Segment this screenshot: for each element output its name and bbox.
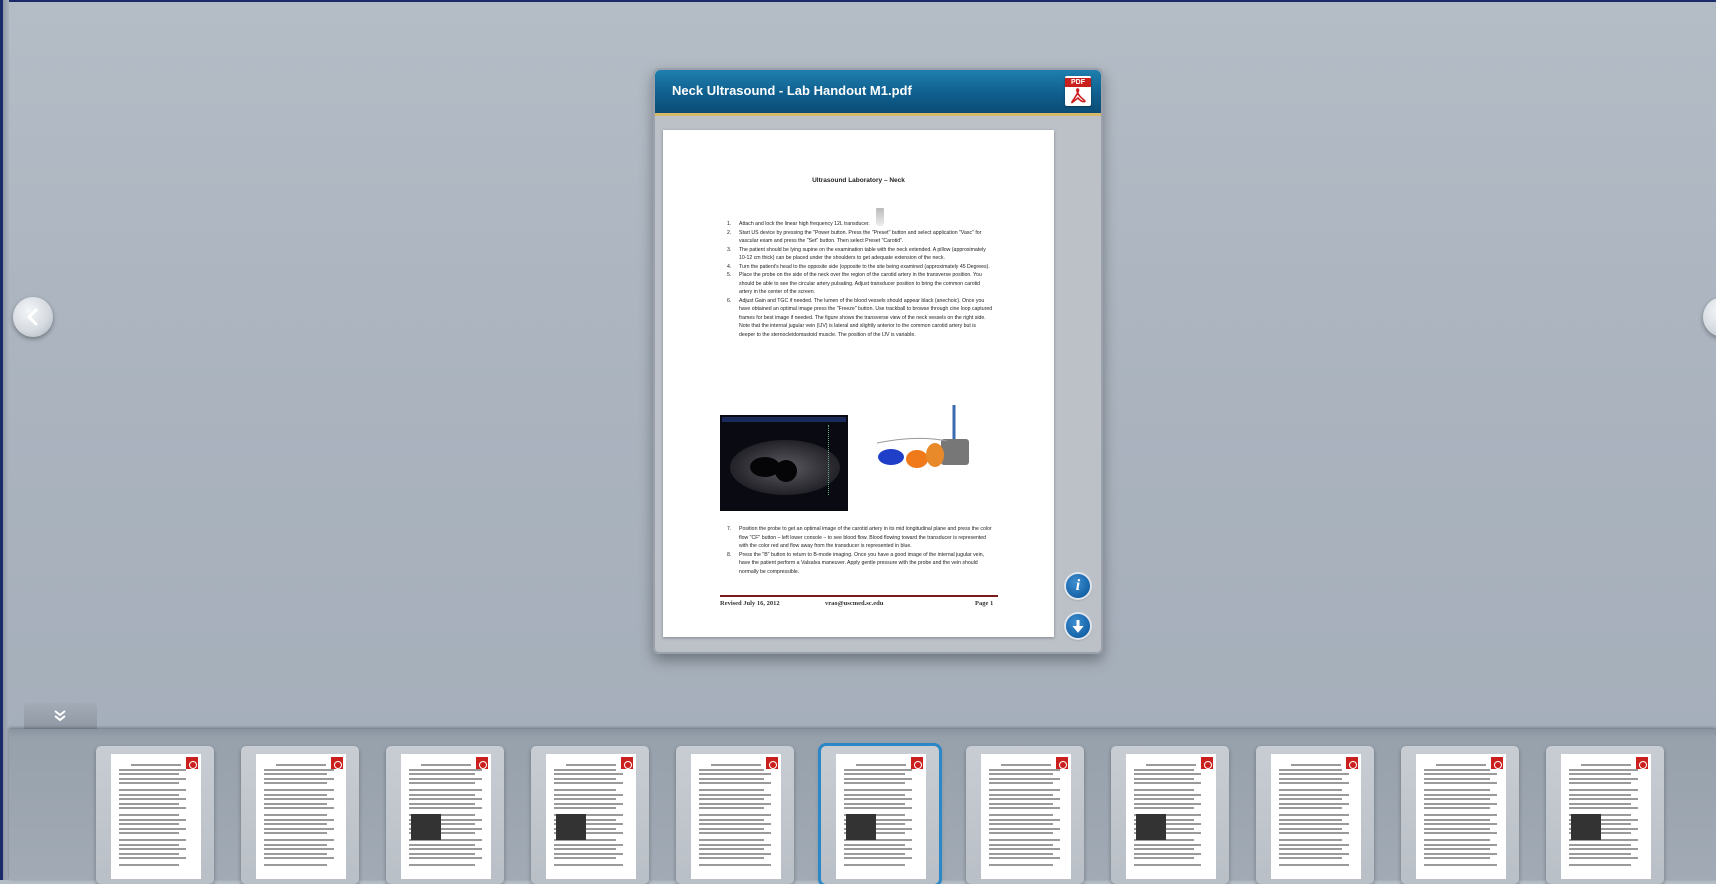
thumbnail-page <box>1126 754 1216 879</box>
thumbnail-page <box>1271 754 1361 879</box>
instruction-list-continued: 7. Position the probe to get an optimal i… <box>727 525 993 576</box>
chevron-left-icon <box>27 308 38 326</box>
ultrasound-image <box>720 415 848 511</box>
thumbnail-page <box>256 754 346 879</box>
pdf-icon <box>911 757 923 769</box>
pdf-icon <box>621 757 633 769</box>
step-number: 3. <box>727 246 732 253</box>
step-number: 6. <box>727 297 732 304</box>
step-text: Attach and lock the linear high frequenc… <box>739 221 870 227</box>
instruction-list: 1. Attach and lock the linear high freque… <box>727 220 993 339</box>
footer-page-number: Page 1 <box>975 600 994 607</box>
thumbnail-page <box>691 754 781 879</box>
document-thumbnail[interactable] <box>821 746 939 884</box>
thumbnail-page <box>1561 754 1651 879</box>
step-number: 8. <box>727 551 732 558</box>
pdf-badge-label: PDF <box>1065 78 1091 87</box>
thumbnail-page <box>401 754 491 879</box>
document-page[interactable]: Ultrasound Laboratory – Neck 1. Attach an… <box>663 130 1054 637</box>
download-button[interactable] <box>1066 614 1090 638</box>
window-left-border <box>0 0 9 880</box>
thumbnail-strip <box>9 729 1716 884</box>
step-number: 7. <box>727 526 732 532</box>
document-thumbnail[interactable] <box>96 746 214 884</box>
document-thumbnail[interactable] <box>1401 746 1519 884</box>
document-title: Neck Ultrasound - Lab Handout M1.pdf <box>672 83 912 98</box>
pdf-icon <box>476 757 488 769</box>
step-text: The patient should be lying supine on th… <box>739 246 986 262</box>
instruction-step: 4. Turn the patient's head to the opposit… <box>727 263 993 272</box>
acrobat-icon <box>1071 88 1086 104</box>
download-icon <box>1072 620 1084 633</box>
page-heading: Ultrasound Laboratory – Neck <box>812 177 905 184</box>
pdf-icon <box>331 757 343 769</box>
step-text: Position the probe to get an optimal ima… <box>739 526 992 549</box>
pdf-icon <box>1346 757 1358 769</box>
info-icon: i <box>1075 577 1081 594</box>
step-number: 4. <box>727 263 732 270</box>
instruction-step: 6. Adjust Gain and TGC if needed. The lum… <box>727 297 993 340</box>
footer-revised: Revised July 16, 2012 <box>720 600 780 607</box>
thumbnail-page <box>836 754 926 879</box>
instruction-step: 3. The patient should be lying supine on … <box>727 246 993 263</box>
next-document-button[interactable] <box>1703 297 1716 337</box>
collapse-thumbnails-button[interactable] <box>24 703 97 729</box>
thumbnail-page <box>546 754 636 879</box>
previous-document-button[interactable] <box>13 297 53 337</box>
footer-email: vrao@uscmed.sc.edu <box>825 600 884 607</box>
info-button[interactable]: i <box>1066 574 1090 598</box>
neck-anatomy-diagram <box>877 405 969 468</box>
document-thumbnail[interactable] <box>1256 746 1374 884</box>
thumbnail-page <box>1416 754 1506 879</box>
instruction-step: 7. Position the probe to get an optimal i… <box>727 525 993 551</box>
document-thumbnail[interactable] <box>676 746 794 884</box>
pdf-icon <box>1636 757 1648 769</box>
step-text: Turn the patient's head to the opposite … <box>739 263 990 270</box>
document-thumbnail[interactable] <box>1546 746 1664 884</box>
step-number: 2. <box>727 229 732 236</box>
pdf-icon <box>186 757 198 769</box>
instruction-step: 1. Attach and lock the linear high freque… <box>727 220 993 229</box>
viewer-header: Neck Ultrasound - Lab Handout M1.pdf PDF <box>655 70 1101 116</box>
pdf-icon: PDF <box>1065 76 1091 106</box>
pdf-icon <box>766 757 778 769</box>
pdf-icon <box>1056 757 1068 769</box>
double-chevron-down-icon <box>54 710 66 722</box>
instruction-step: 5. Place the probe on the side of the nec… <box>727 271 993 297</box>
step-number: 1. <box>727 221 732 227</box>
document-thumbnail[interactable] <box>386 746 504 884</box>
document-viewer: Neck Ultrasound - Lab Handout M1.pdf PDF… <box>653 68 1103 654</box>
step-text: Press the "B" button to return to B-mode… <box>739 551 985 575</box>
document-thumbnail[interactable] <box>966 746 1084 884</box>
document-thumbnail[interactable] <box>241 746 359 884</box>
pdf-icon <box>1491 757 1503 769</box>
footer-rule <box>720 595 998 597</box>
step-text: Adjust Gain and TGC if needed. The lumen… <box>739 297 993 338</box>
document-thumbnail[interactable] <box>531 746 649 884</box>
thumbnail-page <box>111 754 201 879</box>
instruction-step: 2. Start US device by pressing the "Power… <box>727 229 993 246</box>
step-number: 5. <box>727 272 732 278</box>
thumbnail-page <box>981 754 1071 879</box>
step-text: Start US device by pressing the "Power b… <box>739 229 982 245</box>
instruction-step: 8. Press the "B" button to return to B-mo… <box>727 551 993 577</box>
pdf-icon <box>1201 757 1213 769</box>
step-text: Place the probe on the side of the neck … <box>739 272 982 295</box>
window-top-border <box>0 0 1716 2</box>
document-thumbnail[interactable] <box>1111 746 1229 884</box>
